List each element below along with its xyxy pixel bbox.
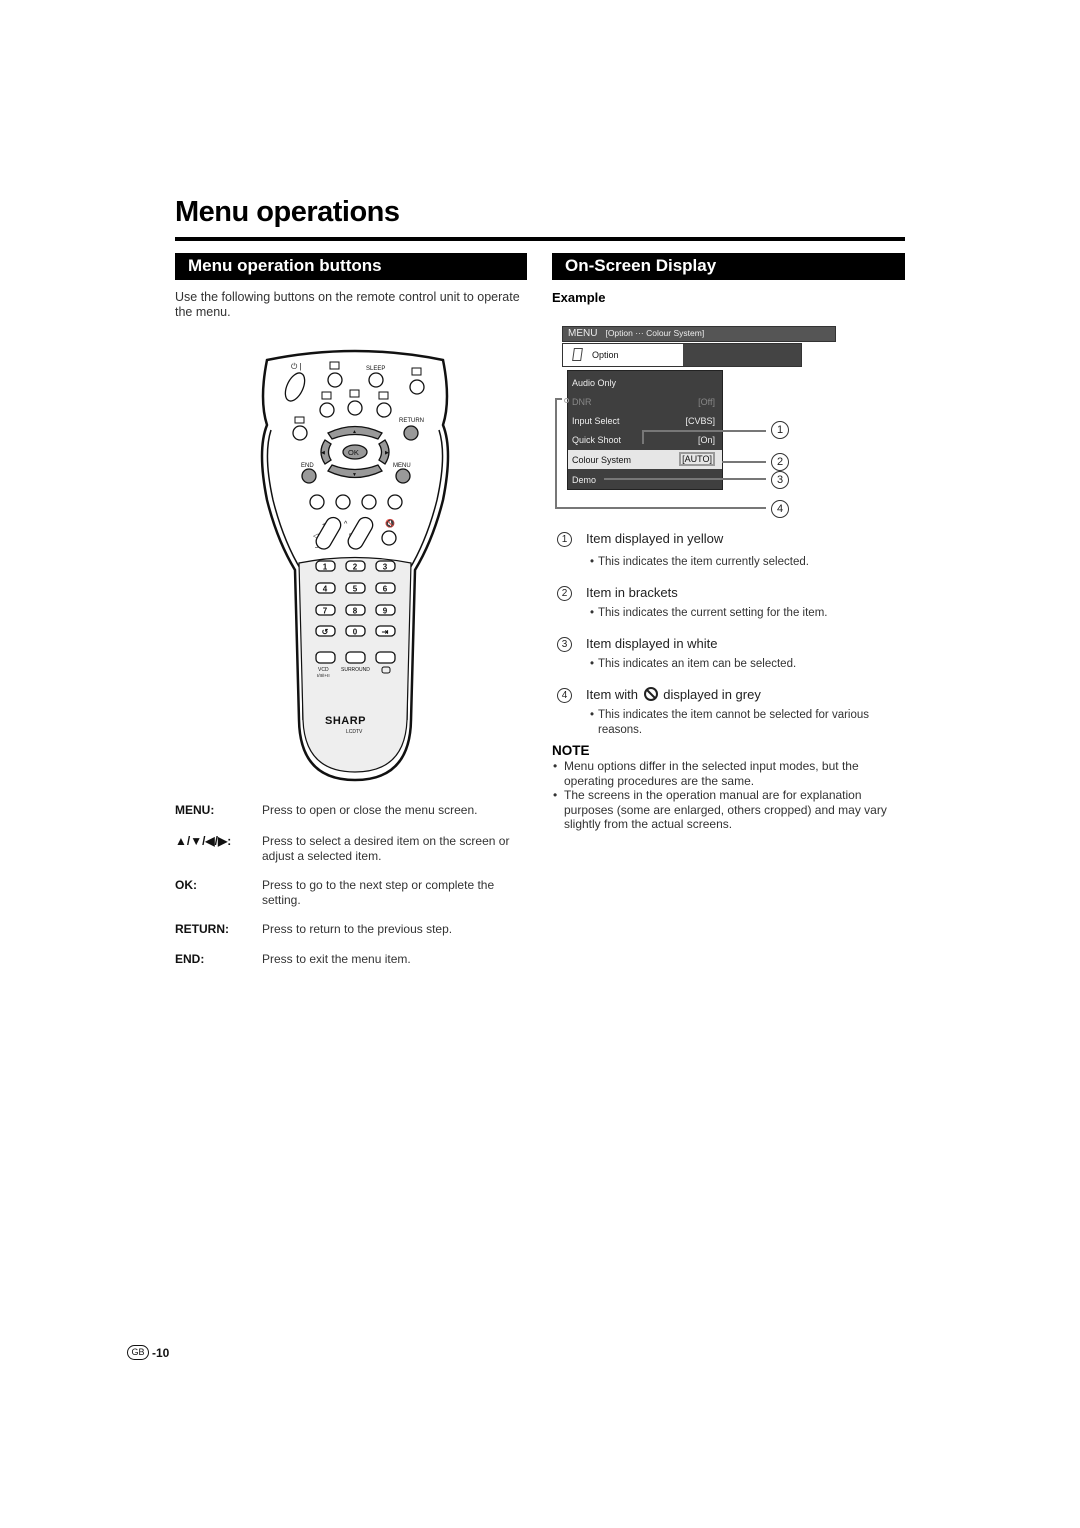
osd-item-input-select[interactable]: Input Select [CVBS] [568, 411, 722, 430]
osd-header: MENU [Option ··· Colour System] [562, 326, 836, 342]
key-row-ok: OK: Press to go to the next step or comp… [175, 878, 495, 907]
menu-label: MENU [393, 463, 411, 469]
legend-item-1: 1 Item displayed in yellow This indicate… [557, 531, 907, 570]
section-header-menu-buttons: Menu operation buttons [175, 253, 527, 280]
ok-label: OK [348, 448, 359, 457]
number-key-label: 3 [383, 563, 388, 572]
option-icon [572, 348, 583, 361]
teletext-button [327, 372, 343, 388]
legend-item-2: 2 Item in brackets This indicates the cu… [557, 585, 907, 621]
page-title: Menu operations [175, 196, 400, 228]
number-key-label: 0 [353, 628, 358, 637]
note-item: Menu options differ in the selected inpu… [552, 759, 908, 788]
end-button [301, 468, 317, 484]
key-row-return: RETURN: Press to return to the previous … [175, 922, 453, 936]
prohibited-icon [643, 687, 658, 701]
key-row-menu: MENU: Press to open or close the menu sc… [175, 803, 478, 817]
title-rule [175, 237, 905, 241]
key-row-end: END: Press to exit the menu item. [175, 952, 411, 966]
power-icon: ⏻ | [291, 362, 302, 371]
number-key-label: 1 [323, 563, 328, 572]
number-key-label: 6 [383, 585, 388, 594]
freeze-button [375, 651, 396, 664]
note-title: NOTE [552, 743, 590, 758]
svg-text:◀: ◀ [321, 450, 325, 456]
subtitle-button [292, 425, 308, 441]
number-key-label: 4 [323, 585, 328, 594]
remote-control-illustration: ⏻ | SLEEP RETURN ▲ ▼ ◀ ▶ OK END MENU + ◁… [260, 349, 450, 782]
svg-text:▲: ▲ [352, 429, 357, 435]
mute-icon: 🔇 [385, 518, 395, 528]
legend-item-4: 4 Item with displayed in grey This indic… [557, 687, 907, 738]
svg-text:▼: ▼ [352, 472, 357, 478]
reveal-button [376, 402, 392, 418]
yellow-button [361, 494, 377, 510]
number-key-label: ↺ [322, 628, 329, 637]
osd-example: MENU [Option ··· Colour System] Option Au… [555, 326, 842, 518]
note-box: NOTE Menu options differ in the selected… [552, 743, 908, 832]
sleep-button [368, 372, 384, 388]
return-label: RETURN [399, 418, 424, 424]
menu-button [395, 468, 411, 484]
surround-button [345, 651, 366, 664]
osd-item-quick-shoot[interactable]: Quick Shoot [On] [568, 430, 722, 449]
subpage-button [319, 402, 335, 418]
callout-1: 1 [771, 421, 789, 439]
number-key-label: 8 [353, 607, 358, 616]
page-number: GB -10 [127, 1345, 169, 1360]
lcdtv-label: LCDTV [346, 729, 363, 735]
svg-text:SURROUND: SURROUND [341, 667, 370, 673]
osd-item-audio-only[interactable]: Audio Only [568, 373, 722, 392]
number-key-label: 9 [383, 607, 388, 616]
green-button [335, 494, 351, 510]
end-label: END [301, 463, 314, 469]
callout-3: 3 [771, 471, 789, 489]
osd-item-colour-system[interactable]: Colour System [AUTO] [568, 450, 722, 469]
callout-line-2 [722, 461, 766, 463]
callout-2: 2 [771, 453, 789, 471]
section-header-osd: On-Screen Display [552, 253, 905, 280]
osd-tab-row: Option [562, 343, 802, 367]
number-key-label: ⇥ [382, 628, 389, 637]
note-item: The screens in the operation manual are … [552, 788, 908, 832]
callout-line-4 [555, 507, 766, 509]
number-key-label: 5 [353, 585, 358, 594]
vcd-button [315, 651, 336, 664]
input-button [409, 379, 425, 395]
red-button [309, 494, 325, 510]
intro-text: Use the following buttons on the remote … [175, 290, 520, 319]
key-descriptions: MENU: Press to open or close the menu sc… [175, 803, 535, 967]
key-row-arrows: ▲/▼/◀/▶: Press to select a desired item … [175, 834, 510, 863]
svg-text:I/II/I+II: I/II/I+II [317, 673, 330, 678]
mute-button [381, 530, 397, 546]
callout-line-3 [604, 478, 766, 480]
prohibited-icon [564, 398, 569, 403]
sharp-logo: SHARP [325, 715, 366, 727]
osd-legend: 1 Item displayed in yellow This indicate… [557, 531, 907, 753]
region-badge: GB [127, 1345, 149, 1360]
svg-text:▶: ▶ [385, 450, 389, 456]
return-button [403, 425, 419, 441]
legend-item-3: 3 Item displayed in white This indicates… [557, 636, 907, 672]
hold-button [347, 400, 363, 416]
callout-line-1 [642, 430, 766, 432]
callout-line-4a [555, 398, 557, 508]
sleep-label: SLEEP [366, 366, 385, 372]
example-label: Example [552, 290, 606, 305]
callout-line-4b [555, 398, 562, 400]
osd-tab-option[interactable]: Option [563, 344, 683, 366]
number-key-label: 2 [353, 563, 358, 572]
osd-item-dnr: DNR [Off] [564, 392, 722, 411]
blue-button [387, 494, 403, 510]
number-key-label: 7 [323, 607, 328, 616]
callout-line-1a [642, 430, 644, 444]
callout-4: 4 [771, 500, 789, 518]
